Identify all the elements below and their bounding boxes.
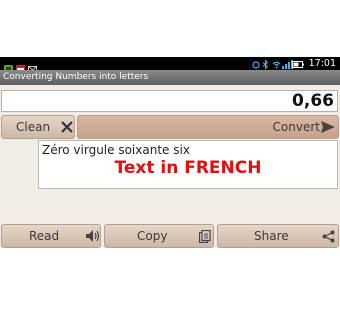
language-note: Text in FRENCH (114, 158, 262, 178)
calendar-icon (16, 59, 25, 74)
result-text-area[interactable]: Zéro virgule soixante six Text in FRENCH (38, 140, 338, 189)
app-notification-icon (4, 59, 13, 74)
result-text: Zéro virgule soixante six (42, 143, 190, 157)
bluetooth-icon (262, 58, 269, 70)
clock-time: 17:01 (308, 58, 336, 69)
share-icon (322, 230, 335, 243)
share-button[interactable]: Share (217, 224, 339, 248)
copy-icon (199, 230, 211, 243)
signal-icon (281, 59, 293, 69)
close-icon (61, 121, 73, 133)
convert-button[interactable]: Convert (77, 115, 339, 139)
copy-button-label: Copy (137, 229, 168, 243)
app-body: 0,66 Clean Convert Zéro virgule soixante… (0, 85, 340, 248)
convert-button-label: Convert (272, 120, 320, 134)
wifi-icon (272, 60, 281, 68)
alarm-icon (252, 60, 260, 69)
app-title: Converting Numbers into letters (0, 70, 340, 85)
clean-button-label: Clean (16, 120, 51, 134)
email-icon (28, 59, 37, 73)
copy-button[interactable]: Copy (104, 224, 214, 248)
clean-button[interactable]: Clean (1, 115, 75, 139)
read-button[interactable]: Read (1, 224, 101, 248)
battery-icon (291, 60, 304, 68)
status-bar: 17:01 (0, 57, 340, 74)
send-icon (321, 121, 335, 133)
number-input[interactable]: 0,66 (1, 90, 338, 112)
read-button-label: Read (29, 229, 60, 243)
share-button-label: Share (254, 229, 289, 243)
speaker-icon (86, 230, 100, 242)
